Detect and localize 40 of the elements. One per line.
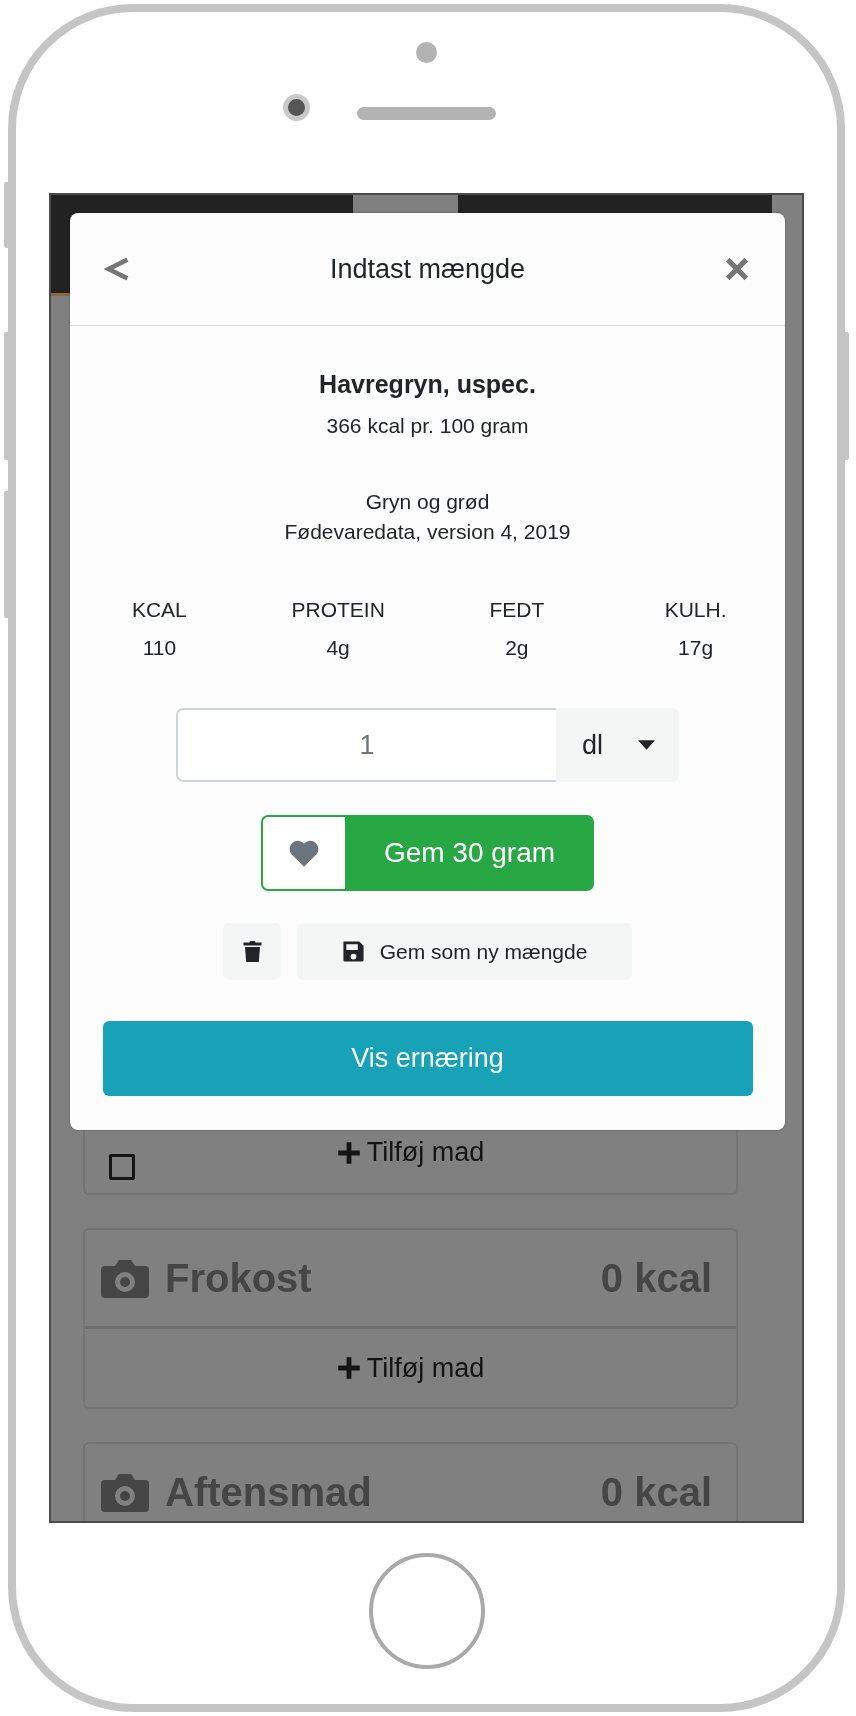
meal-kcal: 0 kcal <box>600 1255 712 1301</box>
macro-label: KULH. <box>664 597 727 623</box>
macro-value: 17g <box>678 635 714 661</box>
food-energy: 366 kcal pr. 100 gram <box>326 413 529 439</box>
macro-label: FEDT <box>489 597 545 623</box>
camera-icon[interactable] <box>101 1257 149 1299</box>
show-nutrition-button[interactable]: Vis ernæring <box>102 1021 753 1096</box>
checkbox[interactable] <box>109 1154 135 1180</box>
camera-icon[interactable] <box>101 1471 149 1513</box>
meal-title: Frokost <box>165 1255 312 1301</box>
plus-icon <box>336 1140 361 1165</box>
food-category: Gryn og grød <box>365 489 490 515</box>
meal-title: Aftensmad <box>165 1469 372 1515</box>
macro-value: 2g <box>505 635 529 661</box>
heart-icon <box>288 838 320 868</box>
camera-lens <box>283 94 310 121</box>
close-button[interactable] <box>723 255 751 283</box>
favorite-button[interactable] <box>261 815 345 891</box>
trash-icon <box>241 939 263 964</box>
food-source: Fødevaredata, version 4, 2019 <box>284 519 571 545</box>
sensor-dot <box>416 42 437 63</box>
save-button[interactable]: Gem 30 gram <box>345 815 594 891</box>
macro-label: PROTEIN <box>291 597 385 623</box>
add-food-link[interactable]: Tilføj mad <box>336 1137 485 1168</box>
caret-icon <box>638 740 655 750</box>
delete-button[interactable] <box>223 923 281 980</box>
save-amount-button[interactable]: Gem som ny mængde <box>297 923 632 980</box>
macro-value: 4g <box>326 635 350 661</box>
add-food-link[interactable]: Tilføj mad <box>336 1352 485 1384</box>
food-name: Havregryn, uspec. <box>319 369 536 400</box>
amount-field[interactable]: 1 <box>176 708 556 782</box>
close-icon <box>723 255 751 283</box>
home-button[interactable] <box>368 1552 485 1669</box>
macro-label: KCAL <box>131 597 187 623</box>
floppy-icon <box>341 940 365 963</box>
plus-icon <box>336 1356 361 1380</box>
macro-value: 110 <box>142 635 177 661</box>
unit-dropdown[interactable]: dl <box>556 708 679 782</box>
meal-kcal: 0 kcal <box>600 1469 712 1515</box>
dialog-title: Indtast mængde <box>329 253 526 285</box>
